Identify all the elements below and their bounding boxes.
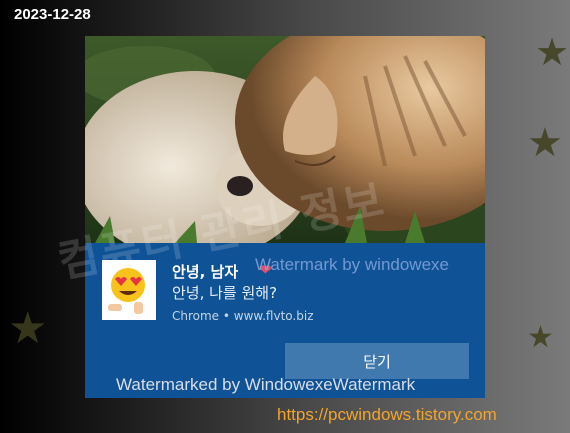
star-icon: ★ — [535, 30, 570, 74]
star-icon: ★ — [8, 303, 48, 354]
notification-window: 안녕, 남자 ❤ 안녕, 나를 원해? Chrome • www.flvto.b… — [85, 36, 485, 398]
toast-notification: 안녕, 남자 ❤ 안녕, 나를 원해? Chrome • www.flvto.b… — [85, 243, 485, 398]
star-icon: ★ — [527, 320, 554, 355]
close-button[interactable]: 닫기 — [285, 343, 469, 379]
star-icon: ★ — [527, 120, 563, 166]
notification-message: 안녕, 나를 원해? — [172, 284, 278, 302]
avatar — [102, 260, 156, 320]
heart-icon: ❤ — [259, 261, 272, 279]
cat-dog-photo — [85, 36, 485, 243]
notification-title: 안녕, 남자 — [172, 263, 239, 281]
site-url: https://pcwindows.tistory.com — [277, 405, 497, 424]
notification-source: Chrome • www.flvto.biz — [172, 309, 314, 323]
date-stamp: 2023-12-28 — [14, 6, 91, 23]
heart-eyes-emoji-icon — [108, 268, 145, 314]
